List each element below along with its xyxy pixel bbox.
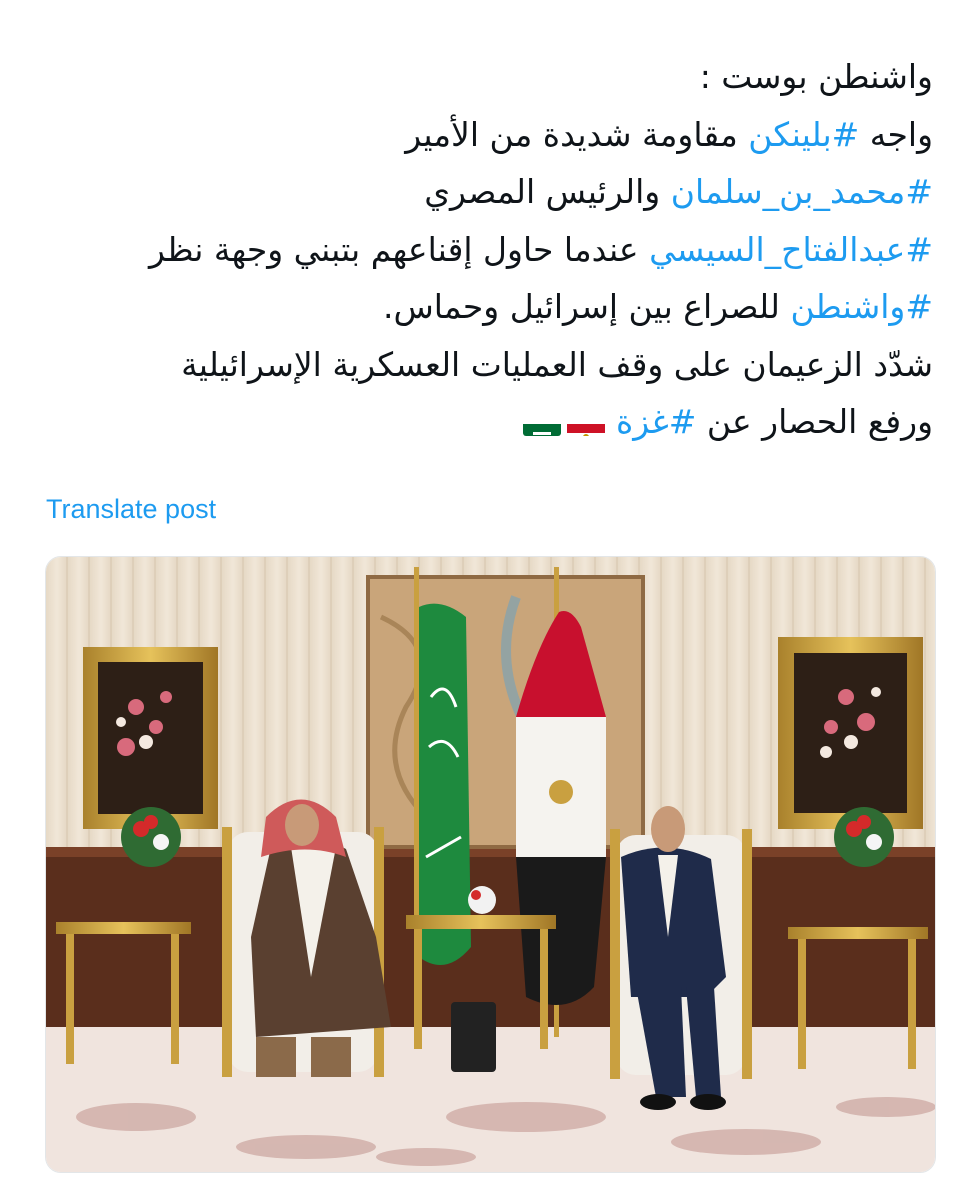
post-line: شدّد الزعيمان على وقف العمليات العسكرية … — [40, 336, 933, 394]
post-line: #عبدالفتاح_السيسي عندما حاول إقناعهم بتب… — [40, 221, 933, 279]
post-line: #واشنطن للصراع بين إسرائيل وحماس. — [40, 278, 933, 336]
post-text: واشنطن بوست : واجه #بلينكن مقاومة شديدة م… — [40, 48, 933, 451]
post-text-segment: واشنطن بوست : — [699, 57, 933, 96]
meeting-photo — [46, 557, 935, 1172]
post-text-segment: والرئيس المصري — [424, 172, 671, 211]
translate-post-link[interactable]: Translate post — [46, 494, 216, 525]
post-line: واجه #بلينكن مقاومة شديدة من الأمير — [40, 106, 933, 164]
post-text-segment: شدّد الزعيمان على وقف العمليات العسكرية … — [181, 344, 933, 384]
post-text-segment: ورفع الحصار عن — [696, 402, 933, 441]
egypt-flag-icon — [567, 410, 606, 436]
post-line: واشنطن بوست : — [40, 48, 933, 106]
hashtag-link[interactable]: #واشنطن — [790, 287, 933, 326]
post-photo[interactable] — [45, 556, 936, 1173]
saudi-flag-icon — [523, 410, 562, 436]
hashtag-link[interactable]: #محمد_بن_سلمان — [671, 172, 933, 211]
post-text-segment: للصراع بين إسرائيل وحماس. — [382, 287, 791, 326]
hashtag-link[interactable]: #بلينكن — [748, 115, 859, 154]
post-text-segment: واجه — [859, 114, 933, 154]
post-line: #محمد_بن_سلمان والرئيس المصري — [40, 163, 933, 221]
hashtag-link[interactable]: #غزة — [616, 402, 696, 441]
post-line: ورفع الحصار عن #غزة — [40, 393, 933, 451]
hashtag-link[interactable]: #عبدالفتاح_السيسي — [649, 230, 933, 269]
post-text-segment: مقاومة شديدة من الأمير — [405, 114, 749, 154]
post-text-segment: عندما حاول إقناعهم بتبني وجهة نظر — [148, 229, 650, 269]
